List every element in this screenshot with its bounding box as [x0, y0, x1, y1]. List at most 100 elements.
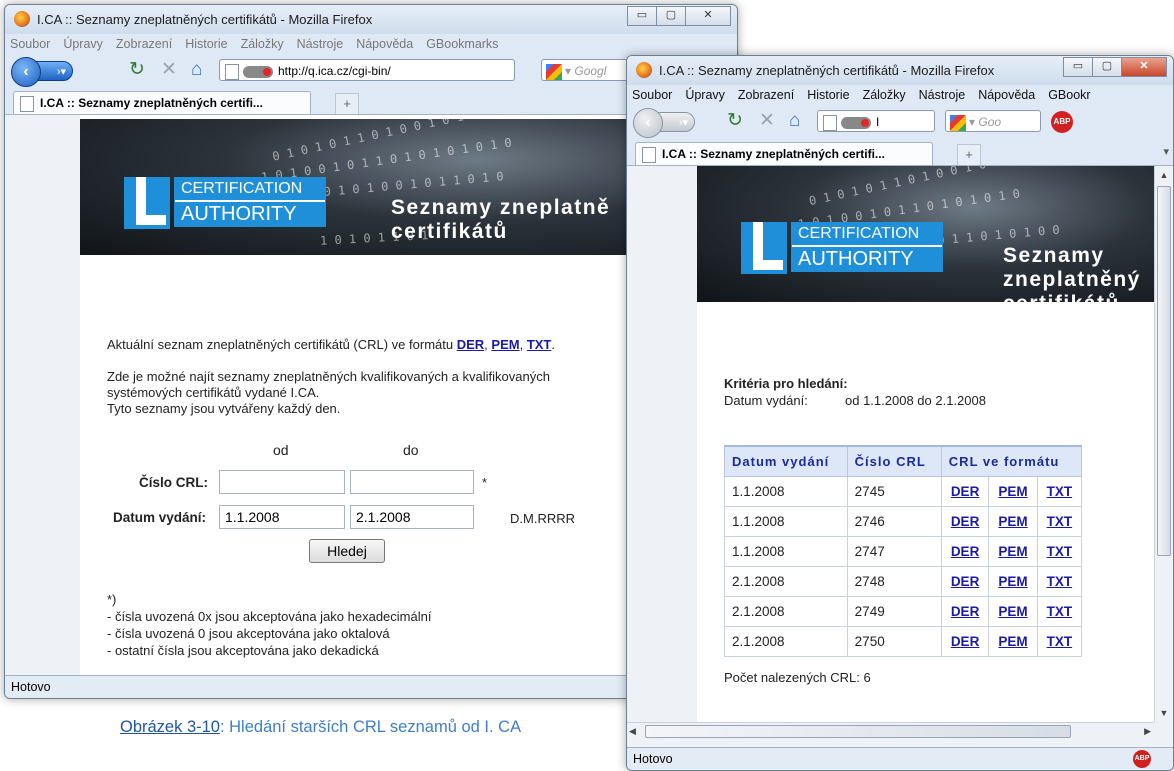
link-der[interactable]: DER [457, 337, 484, 352]
tab-active[interactable]: I.CA :: Seznamy zneplatněných certifi... [13, 91, 311, 114]
scroll-up-arrow[interactable]: ▲ [1155, 166, 1173, 184]
tab-active[interactable]: I.CA :: Seznamy zneplatněných certifi... [635, 142, 933, 165]
new-tab-button[interactable]: + [335, 93, 359, 114]
link-pem[interactable]: PEM [491, 337, 519, 352]
menu-gbookmarks[interactable]: GBookr [1048, 88, 1090, 102]
menu-soubor[interactable]: Soubor [632, 88, 672, 102]
close-button[interactable]: ✕ [685, 6, 731, 26]
new-tab-button[interactable]: + [957, 144, 981, 165]
link-txt[interactable]: TXT [1047, 604, 1073, 619]
ica-logo-mark [741, 222, 787, 274]
menu-gbookmarks[interactable]: GBookmarks [426, 37, 498, 51]
cislo-od-input[interactable] [219, 470, 345, 494]
back-button[interactable]: ‹ [633, 108, 663, 138]
cislo-do-input[interactable] [350, 470, 474, 494]
adblock-status-icon[interactable]: ABP [1133, 750, 1151, 768]
menu-napoveda[interactable]: Nápověda [978, 88, 1035, 102]
url-bar[interactable]: http://q.ica.cz/cgi-bin/ [219, 59, 515, 81]
scroll-down-arrow[interactable]: ▼ [1155, 704, 1173, 722]
minimize-button[interactable]: ▭ [1063, 57, 1093, 77]
link-der[interactable]: DER [951, 574, 980, 589]
separator: , [519, 337, 527, 352]
logo-line-2: AUTHORITY [792, 247, 942, 271]
menu-nastroje[interactable]: Nástroje [919, 88, 966, 102]
cell-crl-number: 2748 [846, 566, 942, 597]
link-txt[interactable]: TXT [1047, 544, 1073, 559]
home-icon[interactable]: ⌂ [789, 111, 800, 131]
tab-list-dropdown[interactable]: ▾ [1163, 145, 1169, 158]
link-txt[interactable]: TXT [1047, 634, 1073, 649]
google-icon[interactable] [546, 63, 562, 80]
link-pem[interactable]: PEM [998, 484, 1027, 499]
google-icon[interactable] [950, 114, 966, 131]
link-der[interactable]: DER [951, 514, 980, 529]
link-der[interactable]: DER [951, 634, 980, 649]
back-button[interactable]: ‹ [11, 57, 41, 87]
criteria-label: Datum vydání: [724, 393, 808, 408]
link-der[interactable]: DER [951, 604, 980, 619]
crl-intro: Aktuální seznam zneplatněných certifikát… [107, 337, 555, 352]
menu-zobrazeni[interactable]: Zobrazení [116, 37, 172, 51]
link-der[interactable]: DER [951, 484, 980, 499]
home-icon[interactable]: ⌂ [191, 60, 202, 80]
link-pem[interactable]: PEM [998, 514, 1027, 529]
close-button[interactable]: ✕ [1121, 57, 1167, 77]
menu-upravy[interactable]: Úpravy [63, 37, 103, 51]
stop-icon[interactable]: ✕ [161, 60, 177, 80]
minimize-button[interactable]: ▭ [627, 6, 657, 26]
horizontal-scrollbar[interactable]: ◀ ▶ [627, 722, 1154, 740]
site-identity-icon[interactable] [243, 65, 273, 78]
adblock-icon[interactable]: ABP [1051, 111, 1073, 133]
link-der[interactable]: DER [951, 544, 980, 559]
link-txt[interactable]: TXT [1047, 484, 1073, 499]
title-bar[interactable]: I.CA :: Seznamy zneplatněných certifikát… [627, 56, 1173, 85]
link-pem[interactable]: PEM [998, 604, 1027, 619]
google-placeholder: Googl [574, 64, 607, 78]
datum-od-input[interactable]: 1.1.2008 [219, 505, 345, 529]
figure-link[interactable]: Obrázek 3-10 [120, 718, 220, 736]
link-txt[interactable]: TXT [527, 337, 552, 352]
menu-soubor[interactable]: Soubor [10, 37, 50, 51]
google-search-box[interactable]: ▾ Goo [945, 110, 1041, 132]
menu-historie[interactable]: Historie [185, 37, 227, 51]
menu-zalozky[interactable]: Záložky [863, 88, 906, 102]
vertical-scrollbar[interactable]: ▲ ▼ [1154, 166, 1173, 722]
reload-icon[interactable]: ↻ [129, 60, 145, 80]
menu-napoveda[interactable]: Nápověda [356, 37, 413, 51]
link-pem[interactable]: PEM [998, 574, 1027, 589]
cell-date: 1.1.2008 [724, 536, 848, 567]
link-pem[interactable]: PEM [998, 634, 1027, 649]
logo-line-2: AUTHORITY [175, 202, 325, 226]
table-header-row: Datum vydání Číslo CRL CRL ve formátu [724, 445, 1083, 477]
reload-icon[interactable]: ↻ [727, 111, 743, 131]
tab-title: I.CA :: Seznamy zneplatněných certifi... [662, 147, 885, 161]
site-identity-icon[interactable] [841, 116, 871, 129]
menu-historie[interactable]: Historie [807, 88, 849, 102]
link-txt[interactable]: TXT [1047, 574, 1073, 589]
hledej-button[interactable]: Hledej [309, 539, 385, 563]
scroll-thumb[interactable] [1157, 186, 1171, 556]
menu-bar: Soubor Úpravy Zobrazení Historie Záložky Nást… [627, 85, 1173, 105]
stop-icon[interactable]: ✕ [759, 111, 775, 131]
banner-title-line-1: Seznamy zneplatně [391, 196, 611, 219]
url-bar[interactable]: I [817, 110, 935, 132]
cell-date: 2.1.2008 [724, 596, 848, 627]
link-pem[interactable]: PEM [998, 544, 1027, 559]
horizontal-scroll-thumb[interactable] [645, 725, 1071, 738]
table-row: 1.1.2008 2747 DER PEM TXT [724, 536, 1083, 567]
date-format-hint: D.M.RRRR [510, 511, 575, 526]
maximize-button[interactable]: ▢ [656, 6, 686, 26]
title-bar[interactable]: I.CA :: Seznamy zneplatněných certifikát… [5, 5, 737, 34]
table-row: 2.1.2008 2749 DER PEM TXT [724, 596, 1083, 627]
menu-upravy[interactable]: Úpravy [685, 88, 725, 102]
status-text: Hotovo [633, 752, 673, 766]
datum-do-input[interactable]: 2.1.2008 [350, 505, 474, 529]
maximize-button[interactable]: ▢ [1092, 57, 1122, 77]
link-txt[interactable]: TXT [1047, 514, 1073, 529]
scroll-left-arrow[interactable]: ◀ [629, 723, 636, 740]
menu-zobrazeni[interactable]: Zobrazení [738, 88, 794, 102]
scroll-right-arrow[interactable]: ▶ [1144, 723, 1151, 740]
firefox-window-results: I.CA :: Seznamy zneplatněných certifikát… [626, 55, 1174, 771]
menu-zalozky[interactable]: Záložky [241, 37, 284, 51]
menu-nastroje[interactable]: Nástroje [297, 37, 344, 51]
